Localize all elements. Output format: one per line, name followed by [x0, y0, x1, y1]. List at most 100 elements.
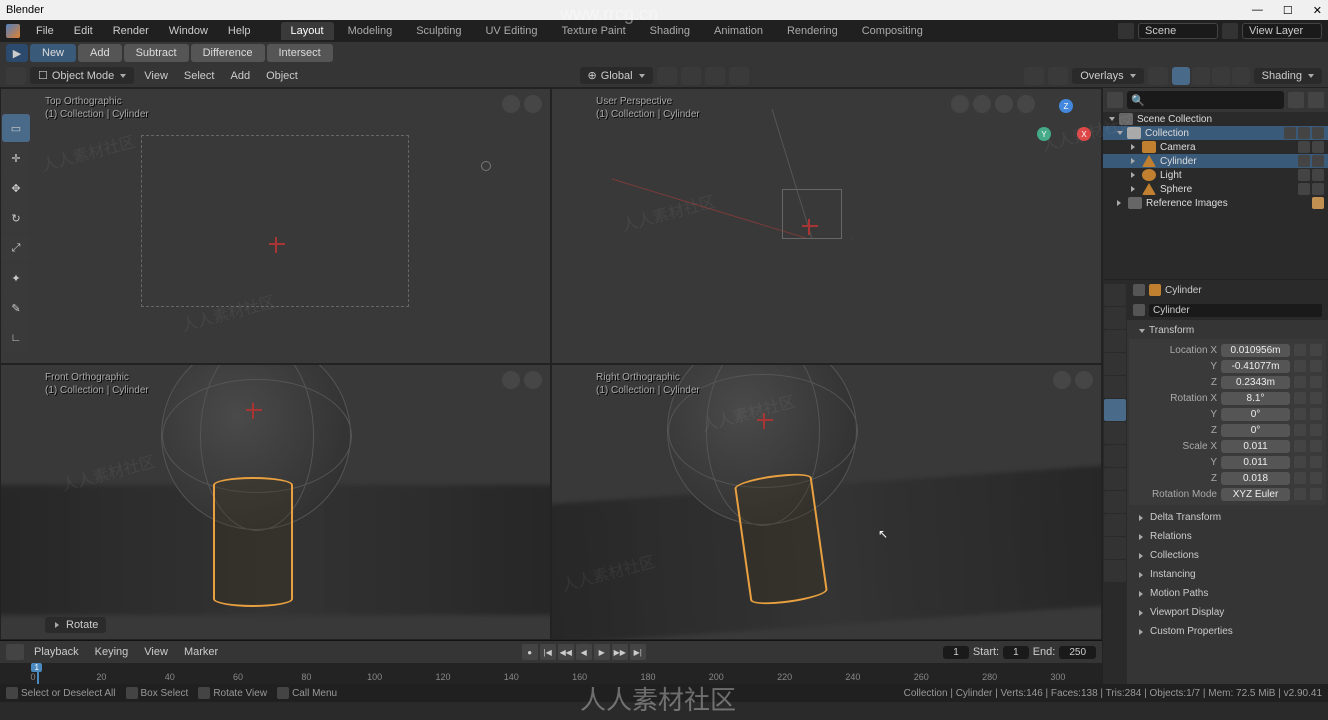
next-key-icon[interactable]: ▶▶	[612, 644, 628, 660]
lock-icon[interactable]	[1294, 392, 1306, 404]
playhead[interactable]	[37, 663, 39, 684]
axis-z-icon[interactable]: Z	[1059, 99, 1073, 113]
outliner-editor-icon[interactable]	[1107, 92, 1123, 108]
measure-tool[interactable]: ∟	[2, 324, 30, 352]
workspace-tab-shading[interactable]: Shading	[640, 22, 700, 40]
modifier-tab-icon[interactable]	[1104, 422, 1126, 444]
outliner-search[interactable]: 🔍	[1127, 91, 1284, 109]
outliner-row-sphere[interactable]: Sphere	[1103, 182, 1328, 196]
workspace-tab-compositing[interactable]: Compositing	[852, 22, 933, 40]
render-toggle[interactable]	[1312, 169, 1324, 181]
render-toggle[interactable]	[1312, 141, 1324, 153]
prev-key-icon[interactable]: ◀◀	[558, 644, 574, 660]
prop-field[interactable]: -0.41077m	[1221, 360, 1290, 373]
play-icon[interactable]: ▶	[594, 644, 610, 660]
lock-icon[interactable]	[1294, 344, 1306, 356]
material-shading-icon[interactable]	[1212, 67, 1230, 85]
outliner-row-collection[interactable]: Collection	[1103, 126, 1328, 140]
anim-icon[interactable]	[1310, 376, 1322, 388]
filter-icon[interactable]	[1288, 92, 1304, 108]
zoom-gizmo-icon[interactable]	[1075, 371, 1093, 389]
panel-header[interactable]: Collections	[1129, 547, 1326, 564]
panel-header[interactable]: Relations	[1129, 528, 1326, 545]
zoom-gizmo-icon[interactable]	[524, 95, 542, 113]
vpmenu-object[interactable]: Object	[260, 68, 304, 84]
outliner-row-light[interactable]: Light	[1103, 168, 1328, 182]
cylinder-selected[interactable]	[213, 477, 293, 607]
outliner-row-cylinder[interactable]: Cylinder	[1103, 154, 1328, 168]
rotate-tool[interactable]: ↻	[2, 204, 30, 232]
zoom-gizmo-icon[interactable]	[973, 95, 991, 113]
menu-render[interactable]: Render	[105, 23, 157, 39]
physics-tab-icon[interactable]	[1104, 468, 1126, 490]
end-frame-field[interactable]: 250	[1059, 646, 1096, 659]
vis-toggle[interactable]	[1298, 141, 1310, 153]
autokey-icon[interactable]: ●	[522, 644, 538, 660]
viewlayer-icon[interactable]	[1222, 23, 1238, 39]
maximize-icon[interactable]: ☐	[1283, 4, 1293, 17]
pan-gizmo-icon[interactable]	[1053, 371, 1071, 389]
transform-tool[interactable]: ✦	[2, 264, 30, 292]
workspace-tab-texturepaint[interactable]: Texture Paint	[551, 22, 635, 40]
pan-gizmo-icon[interactable]	[951, 95, 969, 113]
close-icon[interactable]: ✕	[1313, 4, 1322, 17]
difference-button[interactable]: Difference	[191, 44, 265, 62]
transform-panel-header[interactable]: Transform	[1129, 322, 1326, 339]
wireframe-shading-icon[interactable]	[1172, 67, 1190, 85]
viewport-front[interactable]: Front Orthographic (1) Collection | Cyli…	[0, 364, 551, 640]
menu-window[interactable]: Window	[161, 23, 216, 39]
timeline-editor-icon[interactable]	[6, 644, 24, 660]
lock-icon[interactable]	[1294, 424, 1306, 436]
axis-y-icon[interactable]: Y	[1037, 127, 1051, 141]
pan-gizmo-icon[interactable]	[502, 371, 520, 389]
zoom-gizmo-icon[interactable]	[524, 371, 542, 389]
anim-icon[interactable]	[1310, 456, 1322, 468]
pivot-dropdown[interactable]	[657, 67, 677, 85]
minimize-icon[interactable]: —	[1252, 4, 1263, 17]
workspace-tab-uvediting[interactable]: UV Editing	[475, 22, 547, 40]
lock-icon[interactable]	[1294, 376, 1306, 388]
panel-header[interactable]: Instancing	[1129, 566, 1326, 583]
play-rev-icon[interactable]: ◀	[576, 644, 592, 660]
scene-icon[interactable]	[1118, 23, 1134, 39]
snap-toggle[interactable]	[681, 67, 701, 85]
outliner-row-refimages[interactable]: Reference Images	[1103, 196, 1328, 210]
solid-shading-icon[interactable]	[1192, 67, 1210, 85]
world-tab-icon[interactable]	[1104, 376, 1126, 398]
panel-header[interactable]: Motion Paths	[1129, 585, 1326, 602]
pan-gizmo-icon[interactable]	[502, 95, 520, 113]
lock-icon[interactable]	[1294, 440, 1306, 452]
prop-field[interactable]: 0°	[1221, 424, 1290, 437]
outliner-row-scene[interactable]: Scene Collection	[1103, 112, 1328, 126]
orientation-dropdown[interactable]: ⊕Global	[580, 67, 653, 84]
last-op-panel[interactable]: Rotate	[45, 617, 106, 633]
jump-start-icon[interactable]: |◀	[540, 644, 556, 660]
vis-toggle[interactable]	[1298, 127, 1310, 139]
new-button[interactable]: New	[30, 44, 76, 62]
constraint-tab-icon[interactable]	[1104, 491, 1126, 513]
cursor-tool[interactable]: ✛	[2, 144, 30, 172]
texture-tab-icon[interactable]	[1104, 560, 1126, 582]
camera-gizmo-icon[interactable]	[995, 95, 1013, 113]
render-toggle[interactable]	[1312, 155, 1324, 167]
mode-dropdown[interactable]: ☐ Object Mode	[30, 67, 134, 84]
panel-header[interactable]: Custom Properties	[1129, 623, 1326, 640]
tlmenu-marker[interactable]: Marker	[178, 644, 224, 660]
lock-icon[interactable]	[1294, 456, 1306, 468]
vis-toggle[interactable]	[1298, 169, 1310, 181]
xray-toggle[interactable]	[1148, 67, 1168, 85]
timeline-track[interactable]: 0204060801001201401601802002202402602803…	[0, 663, 1102, 684]
menu-help[interactable]: Help	[220, 23, 259, 39]
axis-x-icon[interactable]: X	[1077, 127, 1091, 141]
workspace-tab-animation[interactable]: Animation	[704, 22, 773, 40]
viewport-right[interactable]: Right Orthographic (1) Collection | Cyli…	[551, 364, 1102, 640]
vis-toggle[interactable]	[1298, 155, 1310, 167]
viewlayer-tab-icon[interactable]	[1104, 330, 1126, 352]
workspace-tab-layout[interactable]: Layout	[281, 22, 334, 40]
vpmenu-view[interactable]: View	[138, 68, 174, 84]
vpmenu-select[interactable]: Select	[178, 68, 221, 84]
new-collection-icon[interactable]	[1308, 92, 1324, 108]
select-box-tool[interactable]: ▭	[2, 114, 30, 142]
tlmenu-keying[interactable]: Keying	[89, 644, 135, 660]
outliner-row-camera[interactable]: Camera	[1103, 140, 1328, 154]
